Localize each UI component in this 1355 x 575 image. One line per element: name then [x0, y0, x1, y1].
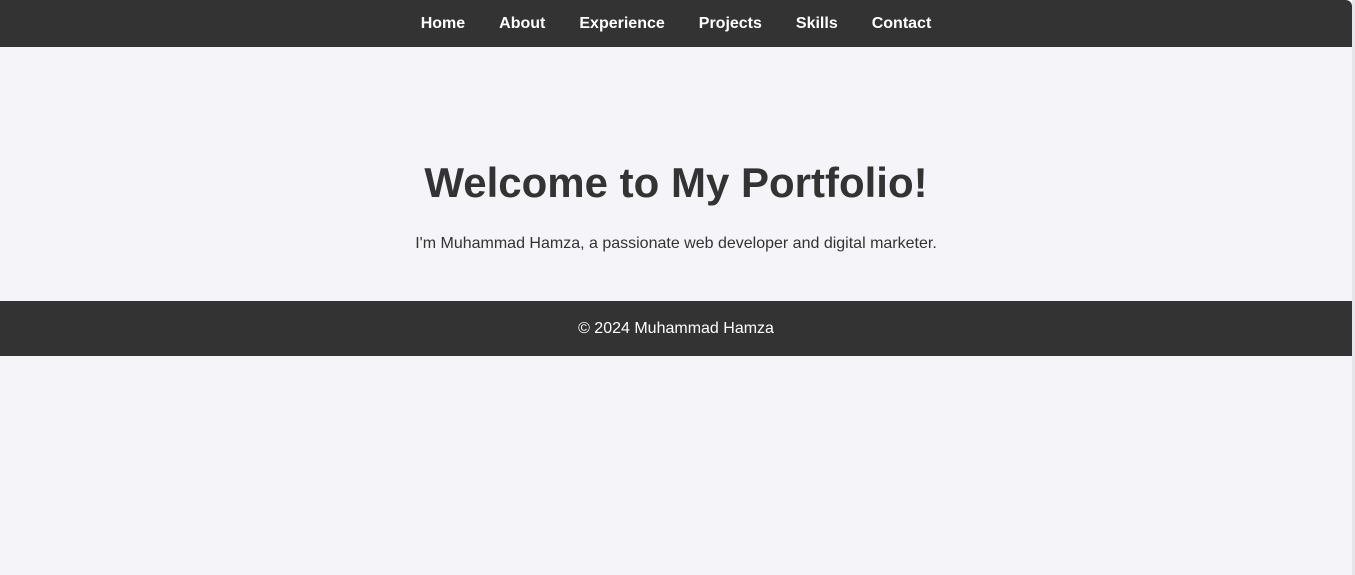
nav-link-home[interactable]: Home: [404, 0, 482, 47]
nav-item: Projects: [682, 0, 779, 47]
nav-item: About: [482, 0, 562, 47]
nav-link-contact[interactable]: Contact: [855, 0, 949, 47]
nav-item: Home: [404, 0, 482, 47]
nav-link-about[interactable]: About: [482, 0, 562, 47]
nav-link-experience[interactable]: Experience: [562, 0, 681, 47]
hero-title: Welcome to My Portfolio!: [424, 159, 928, 206]
hero-subtitle: I'm Muhammad Hamza, a passionate web dev…: [415, 235, 937, 252]
nav-link-projects[interactable]: Projects: [682, 0, 779, 47]
nav-item: Skills: [779, 0, 855, 47]
nav-item: Contact: [855, 0, 949, 47]
page: Home About Experience Projects Skills Co…: [0, 0, 1352, 575]
footer: © 2024 Muhammad Hamza: [0, 301, 1352, 356]
top-navigation-bar: Home About Experience Projects Skills Co…: [0, 0, 1352, 47]
hero-section: Welcome to My Portfolio! I'm Muhammad Ha…: [0, 47, 1352, 301]
nav-menu: Home About Experience Projects Skills Co…: [404, 0, 949, 47]
nav-item: Experience: [562, 0, 681, 47]
footer-copyright: © 2024 Muhammad Hamza: [578, 319, 774, 337]
nav-link-skills[interactable]: Skills: [779, 0, 855, 47]
